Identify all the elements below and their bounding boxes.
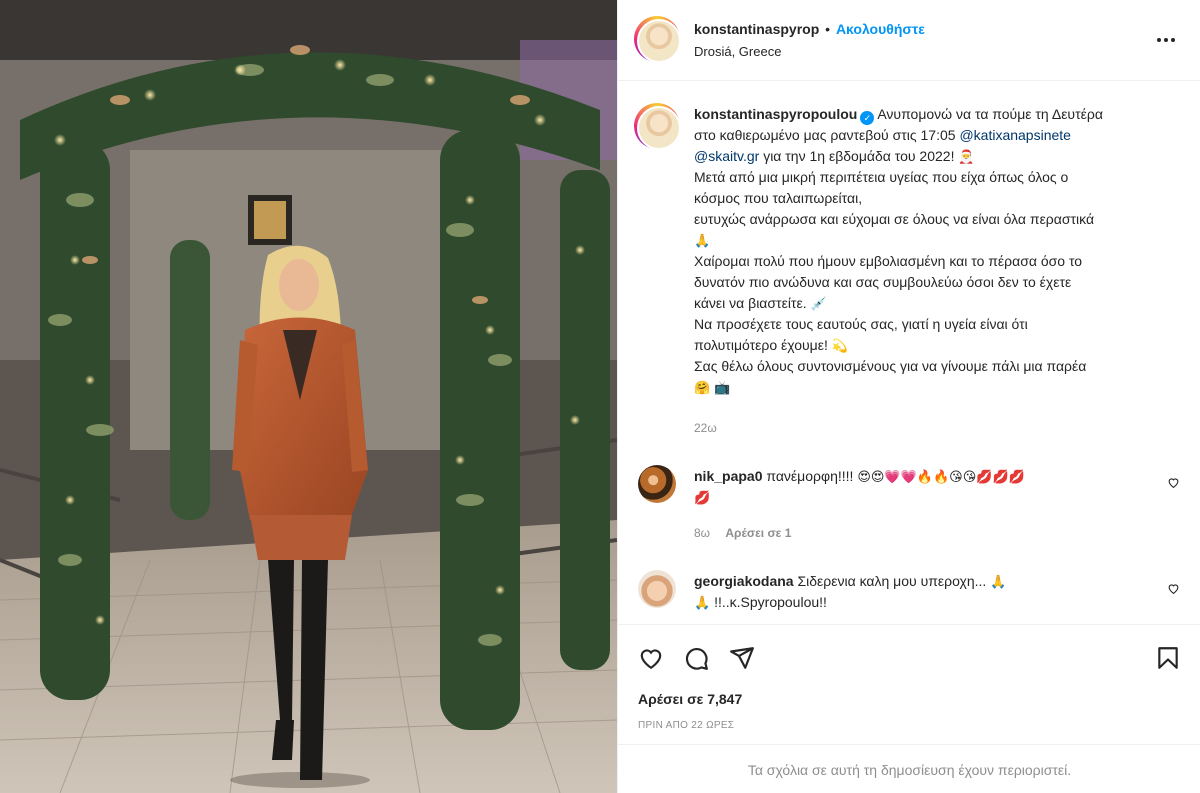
bookmark-icon[interactable] bbox=[1155, 645, 1181, 671]
verified-badge-icon: ✓ bbox=[860, 111, 875, 125]
commenter-avatar[interactable] bbox=[638, 570, 676, 608]
post-side-panel: konstantinaspyrop • Ακολουθήστε Drosiá, … bbox=[617, 0, 1200, 793]
comment-like-heart-icon[interactable] bbox=[1167, 476, 1180, 489]
comment-item: nik_papa0 πανέμορφη!!!! 😍😍💗💗🔥🔥😘😘💋💋💋 💋 bbox=[694, 466, 1164, 508]
more-horizontal-icon[interactable] bbox=[1157, 38, 1175, 42]
comment-username[interactable]: georgiakodana bbox=[694, 573, 794, 589]
comment-time[interactable]: 8ω bbox=[694, 526, 710, 540]
caption-line-7: Χαίρομαι πολύ που ήμουν εμβολιασμένη και… bbox=[694, 253, 1083, 269]
follow-button[interactable]: Ακολουθήστε bbox=[836, 21, 925, 37]
mention-link[interactable]: @katixanapsinete bbox=[959, 127, 1071, 143]
caption-line-1: Ανυπομονώ να τα πούμε τη Δευτέρα bbox=[877, 106, 1103, 122]
caption-line-11: πολυτιμότερο έχουμε! bbox=[694, 337, 828, 353]
caption-line-2: στο καθιερωμένο μας ραντεβού στις 17:05 bbox=[694, 127, 956, 143]
comment-icon[interactable] bbox=[683, 645, 709, 671]
header-separator: • bbox=[825, 21, 831, 37]
comment-emojis: 😍😍💗💗🔥🔥😘😘💋💋💋 bbox=[857, 469, 1025, 484]
comment-text-2: !!..κ.Spyropoulou!! bbox=[714, 594, 827, 610]
author-username[interactable]: konstantinaspyrop bbox=[694, 21, 819, 37]
dizzy-emoji: 💫 bbox=[831, 338, 848, 353]
photo-illustration bbox=[0, 0, 617, 793]
caption-line-9: κάνει να βιαστείτε. bbox=[694, 295, 807, 311]
comment-meta: 8ω Αρέσει σε 1 bbox=[694, 526, 791, 540]
likes-count[interactable]: Αρέσει σε 7,847 bbox=[638, 691, 742, 707]
comment-item: georgiakodana Σιδερενια καλη μου υπεροχη… bbox=[694, 571, 1164, 613]
caption-line-12: Σας θέλω όλους συντονισμένους για να γίν… bbox=[694, 358, 1087, 374]
post-time[interactable]: ΠΡΙΝ ΑΠΟ 22 ΩΡΕΣ bbox=[638, 720, 734, 731]
prayer-emoji: 🙏 bbox=[694, 233, 711, 248]
comments-limited-notice: Τα σχόλια σε αυτή τη δημοσίευση έχουν πε… bbox=[618, 744, 1200, 793]
post-photo[interactable] bbox=[0, 0, 617, 793]
comment-text: πανέμορφη!!!! bbox=[766, 468, 854, 484]
caption-username[interactable]: konstantinaspyropoulou bbox=[694, 106, 857, 122]
tv-emoji: 📺 bbox=[714, 380, 731, 395]
syringe-emoji: 💉 bbox=[810, 296, 827, 311]
comment-emojis: 💋 bbox=[694, 490, 711, 505]
header-user-line: konstantinaspyrop • Ακολουθήστε bbox=[694, 21, 925, 37]
instagram-post: konstantinaspyrop • Ακολουθήστε Drosiá, … bbox=[0, 0, 1200, 793]
santa-emoji: 🎅 bbox=[958, 149, 975, 164]
caption-line-5: κόσμος που ταλαιπωρείται, bbox=[694, 190, 863, 206]
post-header: konstantinaspyrop • Ακολουθήστε Drosiá, … bbox=[618, 0, 1200, 81]
caption-line-4: Μετά από μια μικρή περιπέτεια υγείας που… bbox=[694, 169, 1069, 185]
author-avatar[interactable] bbox=[634, 16, 681, 63]
comment-like-heart-icon[interactable] bbox=[1167, 582, 1180, 595]
caption-line-8: δυνατόν πιο ανώδυνα και σας συμβουλεύω ό… bbox=[694, 274, 1072, 290]
heart-icon[interactable] bbox=[638, 645, 664, 671]
caption-line-3: για την 1η εβδομάδα του 2022! bbox=[763, 148, 955, 164]
post-location[interactable]: Drosiá, Greece bbox=[694, 44, 781, 59]
post-caption: konstantinaspyropoulou ✓ Ανυπομονώ να τα π… bbox=[694, 104, 1174, 398]
prayer-emoji: 🙏 bbox=[990, 574, 1007, 589]
mention-link[interactable]: @skaitv.gr bbox=[694, 148, 759, 164]
post-actions: Αρέσει σε 7,847 ΠΡΙΝ ΑΠΟ 22 ΩΡΕΣ Τα σχόλ… bbox=[618, 624, 1200, 793]
caption-timestamp[interactable]: 22ω bbox=[694, 421, 717, 435]
comment-username[interactable]: nik_papa0 bbox=[694, 468, 762, 484]
share-icon[interactable] bbox=[729, 645, 755, 671]
comment-likes[interactable]: Αρέσει σε 1 bbox=[725, 526, 791, 540]
hug-emoji: 🤗 bbox=[694, 380, 711, 395]
caption-author-avatar[interactable] bbox=[634, 103, 681, 150]
commenter-avatar[interactable] bbox=[638, 465, 676, 503]
comment-text: Σιδερενια καλη μου υπεροχη... bbox=[797, 573, 987, 589]
prayer-emoji: 🙏 bbox=[694, 595, 711, 610]
caption-line-6: ευτυχώς ανάρρωσα και εύχομαι σε όλους να… bbox=[694, 211, 1095, 227]
caption-line-10: Να προσέχετε τους εαυτούς σας, γιατί η υ… bbox=[694, 316, 1028, 332]
